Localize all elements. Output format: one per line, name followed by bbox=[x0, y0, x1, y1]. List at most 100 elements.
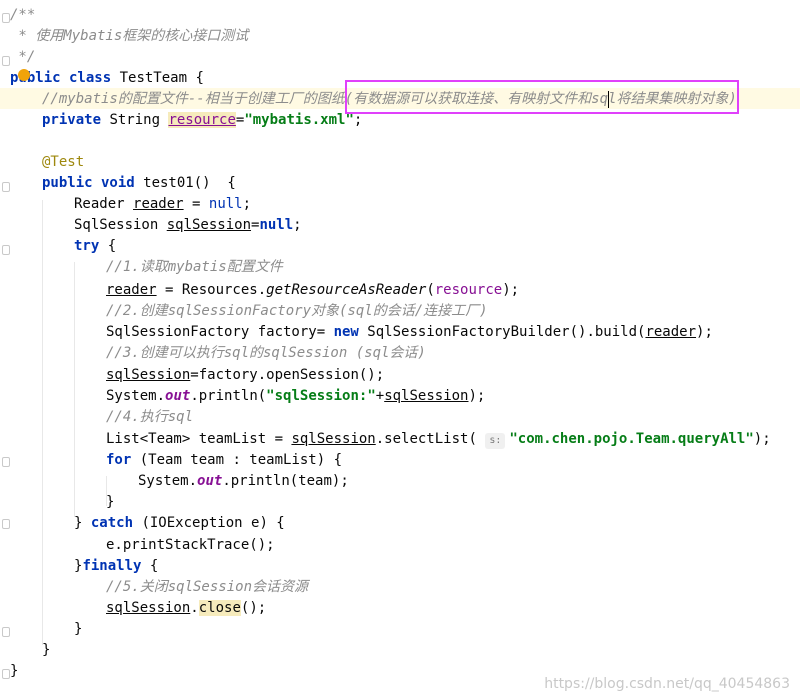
fold-marker-icon[interactable] bbox=[2, 245, 10, 255]
code-line-4: public class TestTeam { bbox=[10, 68, 204, 89]
paren: ( bbox=[426, 282, 435, 298]
string-literal: "mybatis.xml" bbox=[244, 112, 354, 128]
type: String bbox=[101, 112, 169, 128]
code-text: (); bbox=[240, 600, 267, 616]
keyword: new bbox=[333, 324, 359, 340]
code-line-16: SqlSessionFactory factory= new SqlSessio… bbox=[106, 322, 713, 343]
code-text: (IOException e) { bbox=[133, 515, 285, 531]
code-line-14: reader = Resources.getResourceAsReader(r… bbox=[106, 280, 519, 301]
code-line-22: for (Team team : teamList) { bbox=[106, 450, 342, 471]
string-literal: "com.chen.pojo.Team.queryAll" bbox=[509, 431, 754, 447]
variable-sqlsession[interactable]: sqlSession bbox=[106, 367, 190, 383]
highlight-annotation-box bbox=[345, 80, 739, 114]
keyword: catch bbox=[90, 515, 134, 531]
parameter-hint: s: bbox=[485, 433, 506, 449]
field-resource[interactable]: resource bbox=[168, 112, 236, 128]
code-line-19: System.out.println("sqlSession:"+sqlSess… bbox=[106, 386, 485, 407]
class-name: TestTeam { bbox=[111, 70, 204, 86]
code-line-12: try { bbox=[74, 236, 116, 257]
keyword: private bbox=[42, 112, 102, 128]
variable-sqlsession[interactable]: sqlSession bbox=[291, 431, 375, 447]
code-line-31: } bbox=[42, 642, 51, 658]
code-text: ); bbox=[502, 282, 520, 298]
code-text: SqlSessionFactoryBuilder().build( bbox=[358, 324, 646, 340]
fold-marker-icon[interactable] bbox=[2, 627, 10, 637]
code-text: ); bbox=[696, 324, 713, 340]
code-line-24: } bbox=[106, 494, 115, 510]
code-text: } bbox=[74, 515, 91, 531]
variable-sqlsession[interactable]: sqlSession bbox=[384, 388, 468, 404]
code-text: (Team team : teamList) { bbox=[131, 452, 343, 468]
operator: = bbox=[183, 196, 209, 212]
semicolon: ; bbox=[353, 112, 363, 128]
code-line-6: private String resource="mybatis.xml"; bbox=[42, 110, 362, 131]
code-line-27: }finally { bbox=[74, 556, 158, 577]
semicolon: ; bbox=[242, 196, 252, 212]
code-line-1: /** bbox=[10, 7, 36, 23]
null-literal: null bbox=[208, 196, 243, 212]
text-caret bbox=[608, 91, 609, 108]
code-line-8: @Test bbox=[42, 154, 85, 170]
code-line-32: } bbox=[10, 663, 19, 679]
code-text: SqlSessionFactory factory= bbox=[106, 324, 334, 340]
code-text: . bbox=[190, 600, 199, 616]
code-line-29: sqlSession.close(); bbox=[106, 598, 266, 619]
string-literal: "sqlSession:" bbox=[266, 388, 376, 404]
variable-reader[interactable]: reader bbox=[106, 282, 157, 298]
code-line-21: List<Team> teamList = sqlSession.selectL… bbox=[106, 429, 771, 450]
code-line-11: SqlSession sqlSession=null; bbox=[74, 215, 302, 236]
code-text: = Resources. bbox=[156, 282, 267, 298]
keyword: try bbox=[74, 238, 100, 254]
variable-sqlsession[interactable]: sqlSession bbox=[167, 217, 251, 233]
fold-marker-icon[interactable] bbox=[2, 56, 10, 66]
keyword: finally bbox=[82, 558, 142, 574]
keyword: public void bbox=[42, 175, 135, 191]
code-line-28: //5.关闭sqlSession会话资源 bbox=[106, 579, 309, 595]
code-line-30: } bbox=[74, 621, 83, 637]
static-field-out[interactable]: out bbox=[165, 388, 190, 404]
code-line-25: } catch (IOException e) { bbox=[74, 513, 285, 534]
code-text: .selectList( bbox=[375, 431, 486, 447]
type: SqlSession bbox=[74, 217, 167, 233]
code-text: ); bbox=[753, 431, 771, 447]
code-text: =factory.openSession(); bbox=[190, 367, 385, 383]
type: Reader bbox=[74, 196, 134, 212]
indent-guide bbox=[42, 200, 43, 645]
operator: + bbox=[375, 388, 385, 404]
code-line-20: //4.执行sql bbox=[106, 409, 194, 425]
code-line-10: Reader reader = null; bbox=[74, 194, 251, 215]
variable-reader[interactable]: reader bbox=[645, 324, 696, 340]
code-text: ); bbox=[468, 388, 486, 404]
method-close[interactable]: close bbox=[198, 600, 241, 616]
code-line-26: e.printStackTrace(); bbox=[106, 537, 275, 553]
code-line-18: sqlSession=factory.openSession(); bbox=[106, 365, 384, 386]
method-signature: test01() { bbox=[134, 175, 236, 191]
code-text: .println( bbox=[190, 388, 267, 404]
code-text: { bbox=[141, 558, 159, 574]
fold-marker-icon[interactable] bbox=[2, 13, 10, 23]
semicolon: ; bbox=[293, 217, 302, 233]
watermark: https://blog.csdn.net/qq_40454863 bbox=[544, 676, 790, 692]
variable-reader[interactable]: reader bbox=[133, 196, 184, 212]
code-line-13: //1.读取mybatis配置文件 bbox=[106, 259, 283, 275]
null-literal: null bbox=[259, 217, 294, 233]
fold-marker-icon[interactable] bbox=[2, 457, 10, 467]
indent-guide bbox=[74, 262, 75, 517]
variable-sqlsession[interactable]: sqlSession bbox=[106, 600, 190, 616]
lightbulb-icon[interactable] bbox=[18, 69, 30, 81]
code-text: .println(team); bbox=[222, 473, 349, 489]
static-method[interactable]: getResourceAsReader bbox=[266, 282, 426, 298]
brace: { bbox=[99, 238, 117, 254]
code-text: System. bbox=[106, 388, 166, 404]
code-line-9: public void test01() { bbox=[42, 173, 236, 194]
fold-marker-icon[interactable] bbox=[2, 182, 10, 192]
code-text: List<Team> teamList = bbox=[106, 431, 292, 447]
fold-marker-icon[interactable] bbox=[2, 519, 10, 529]
fold-marker-icon[interactable] bbox=[2, 669, 10, 679]
keyword: for bbox=[106, 452, 132, 468]
code-line-15: //2.创建sqlSessionFactory对象(sql的会话/连接工厂) bbox=[106, 303, 488, 319]
code-line-17: //3.创建可以执行sql的sqlSession (sql会话) bbox=[106, 345, 426, 361]
field-resource[interactable]: resource bbox=[435, 282, 502, 298]
static-field-out[interactable]: out bbox=[197, 473, 222, 489]
code-line-23: System.out.println(team); bbox=[138, 471, 349, 492]
